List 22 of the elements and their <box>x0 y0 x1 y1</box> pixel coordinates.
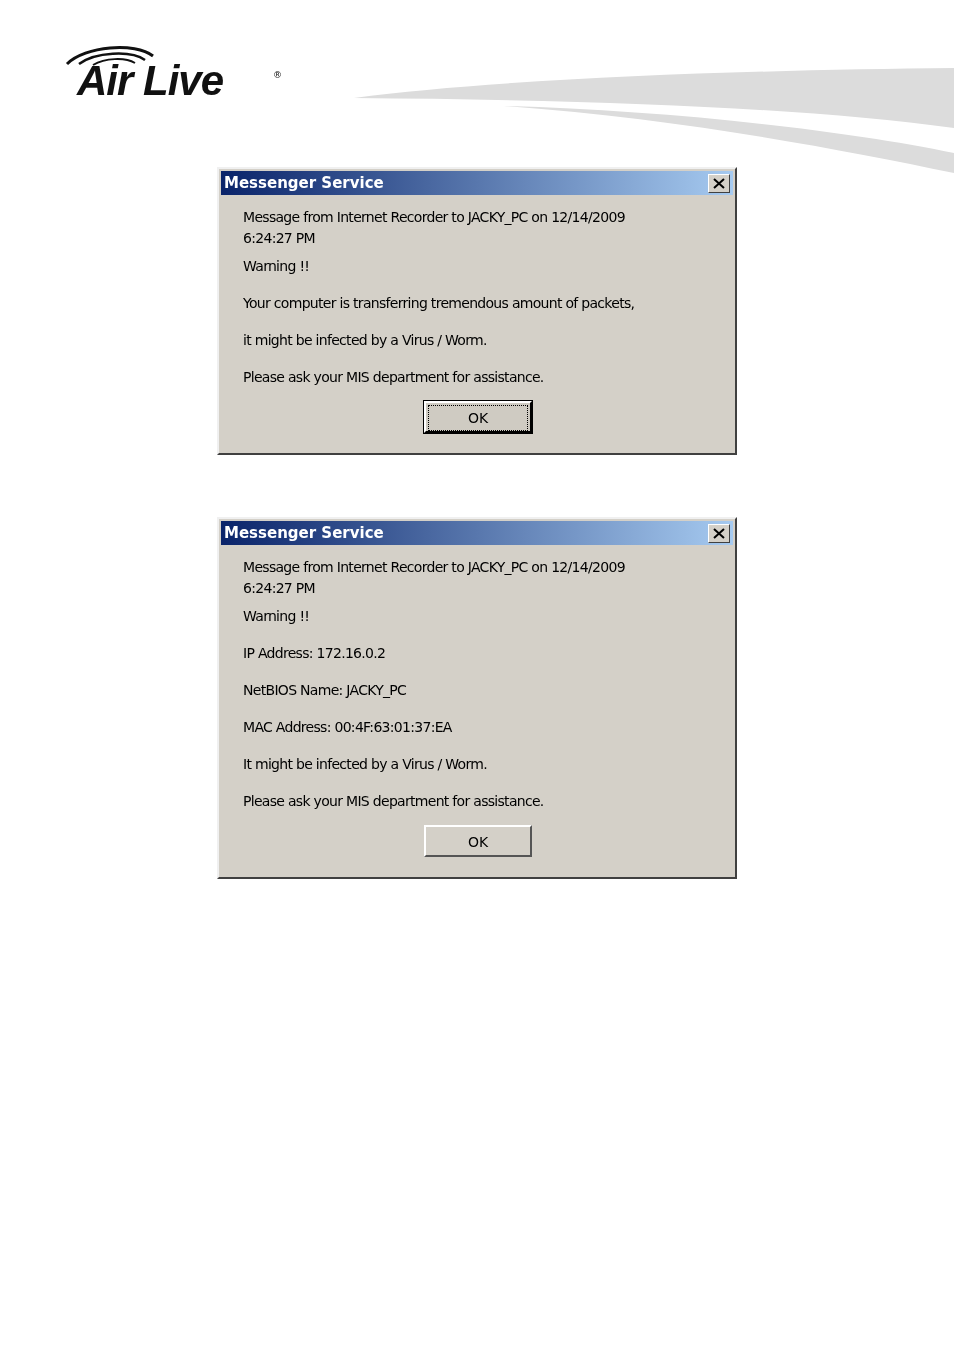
window-title: Messenger Service <box>224 524 384 542</box>
message-text: Warning !! <box>243 257 311 276</box>
message-text: Warning !! <box>243 607 311 626</box>
logo-text: Air Live <box>77 58 224 104</box>
message-text: IP Address: 172.16.0.2 <box>243 644 387 663</box>
message-text: Your computer is transferring tremendous amount of packets, <box>243 294 636 313</box>
registered-mark: ® <box>273 70 282 80</box>
message-text: Message from Internet Recorder to JACKY_PC on 12/14/2009 6:24:27 PM <box>243 208 626 248</box>
message-text: Message from Internet Recorder to JACKY_PC on 12/14/2009 6:24:27 PM <box>243 558 626 598</box>
ok-button[interactable]: OK <box>424 825 532 857</box>
window-title: Messenger Service <box>224 174 384 192</box>
ok-button[interactable]: OK <box>424 401 532 433</box>
message-text: Please ask your MIS department for assistance. <box>243 792 545 811</box>
close-button[interactable] <box>708 523 730 543</box>
message-text: it might be infected by a Virus / Worm. <box>243 331 488 350</box>
message-text: NetBIOS Name: JACKY_PC <box>243 681 408 700</box>
message-text: Please ask your MIS department for assistance. <box>243 368 545 387</box>
close-icon <box>713 527 725 539</box>
message-text: It might be infected by a Virus / Worm. <box>243 755 488 774</box>
close-button[interactable] <box>708 173 730 193</box>
message-text: MAC Address: 00:4F:63:01:37:EA <box>243 718 453 737</box>
close-icon <box>713 177 725 189</box>
